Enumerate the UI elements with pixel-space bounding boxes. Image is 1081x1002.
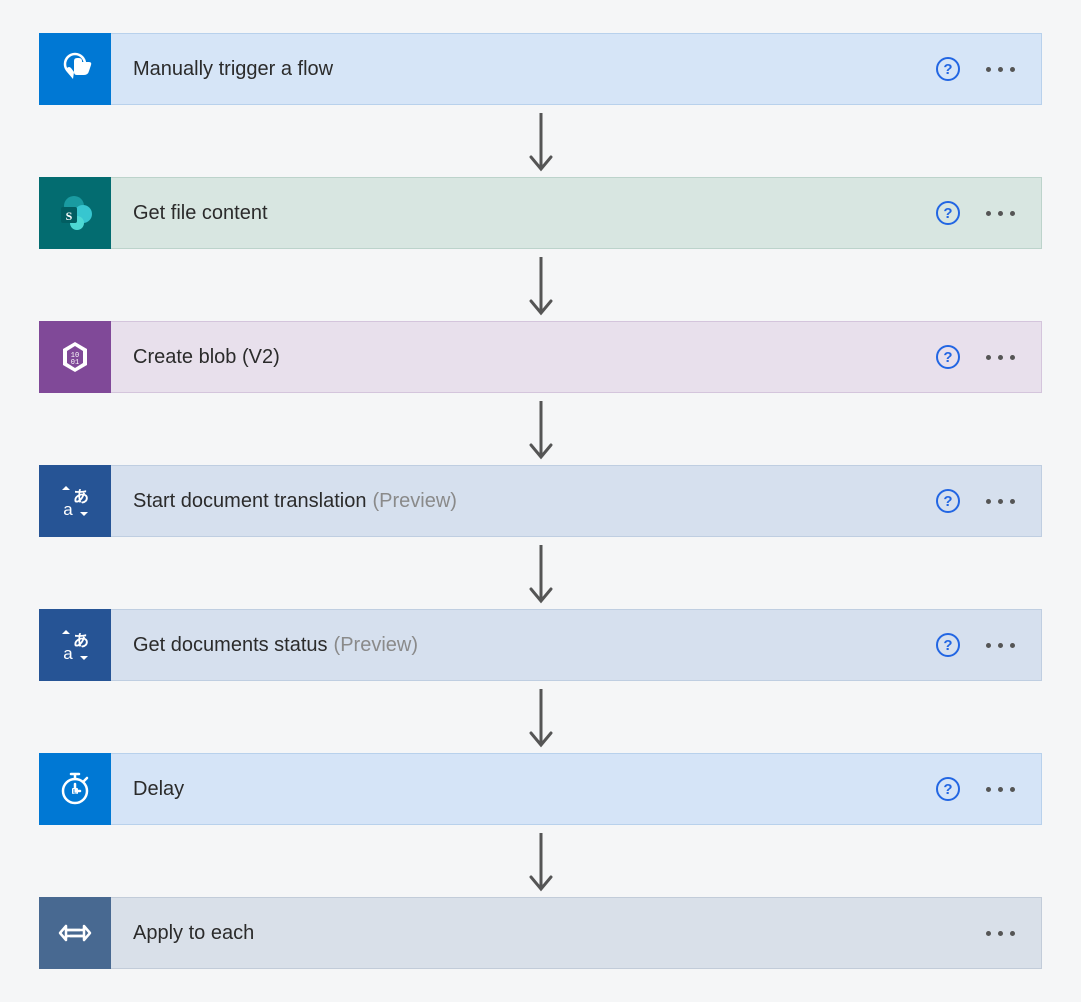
flow-step-get-documents-status[interactable]: Get documents status (Preview)? — [39, 609, 1042, 681]
connector-arrow-icon — [527, 537, 555, 609]
more-menu-icon[interactable] — [986, 637, 1015, 654]
flow-step-manually-trigger-a-flow[interactable]: Manually trigger a flow? — [39, 33, 1042, 105]
step-title: Delay — [111, 778, 936, 801]
translate-icon — [39, 609, 111, 681]
help-icon[interactable]: ? — [936, 201, 960, 225]
more-menu-icon[interactable] — [986, 205, 1015, 222]
step-suffix-text: (Preview) — [334, 634, 418, 657]
more-menu-icon[interactable] — [986, 925, 1015, 942]
help-icon[interactable]: ? — [936, 489, 960, 513]
loop-icon — [39, 897, 111, 969]
step-controls: ? — [936, 489, 1041, 513]
step-label-text: Delay — [133, 778, 184, 801]
connector-arrow-icon — [527, 105, 555, 177]
step-title: Get file content — [111, 202, 936, 225]
translate-icon — [39, 465, 111, 537]
help-icon[interactable]: ? — [936, 345, 960, 369]
step-controls: ? — [936, 201, 1041, 225]
step-title: Start document translation (Preview) — [111, 490, 936, 513]
more-menu-icon[interactable] — [986, 349, 1015, 366]
step-label-text: Apply to each — [133, 922, 254, 945]
flow-step-get-file-content[interactable]: Get file content? — [39, 177, 1042, 249]
help-icon[interactable]: ? — [936, 57, 960, 81]
help-icon[interactable]: ? — [936, 633, 960, 657]
blob-icon — [39, 321, 111, 393]
connector-arrow-icon — [527, 681, 555, 753]
stopwatch-icon — [39, 753, 111, 825]
connector-arrow-icon — [527, 825, 555, 897]
connector-arrow-icon — [527, 393, 555, 465]
flow-designer-canvas: Manually trigger a flow?Get file content… — [39, 33, 1042, 969]
step-controls: ? — [936, 777, 1041, 801]
step-controls: ? — [936, 57, 1041, 81]
help-icon[interactable]: ? — [936, 777, 960, 801]
flow-step-start-document-translation[interactable]: Start document translation (Preview)? — [39, 465, 1042, 537]
step-title: Apply to each — [111, 922, 986, 945]
step-label-text: Manually trigger a flow — [133, 58, 333, 81]
step-label-text: Start document translation — [133, 490, 366, 513]
step-controls — [986, 925, 1041, 942]
step-label-text: Create blob (V2) — [133, 346, 280, 369]
step-suffix-text: (Preview) — [372, 490, 456, 513]
step-title: Get documents status (Preview) — [111, 634, 936, 657]
flow-step-create-blob-v2[interactable]: Create blob (V2)? — [39, 321, 1042, 393]
step-title: Manually trigger a flow — [111, 58, 936, 81]
more-menu-icon[interactable] — [986, 61, 1015, 78]
sharepoint-icon — [39, 177, 111, 249]
step-controls: ? — [936, 633, 1041, 657]
step-label-text: Get documents status — [133, 634, 328, 657]
flow-step-apply-to-each[interactable]: Apply to each — [39, 897, 1042, 969]
more-menu-icon[interactable] — [986, 493, 1015, 510]
touch-icon — [39, 33, 111, 105]
step-title: Create blob (V2) — [111, 346, 936, 369]
step-controls: ? — [936, 345, 1041, 369]
connector-arrow-icon — [527, 249, 555, 321]
more-menu-icon[interactable] — [986, 781, 1015, 798]
flow-step-delay[interactable]: Delay? — [39, 753, 1042, 825]
step-label-text: Get file content — [133, 202, 268, 225]
